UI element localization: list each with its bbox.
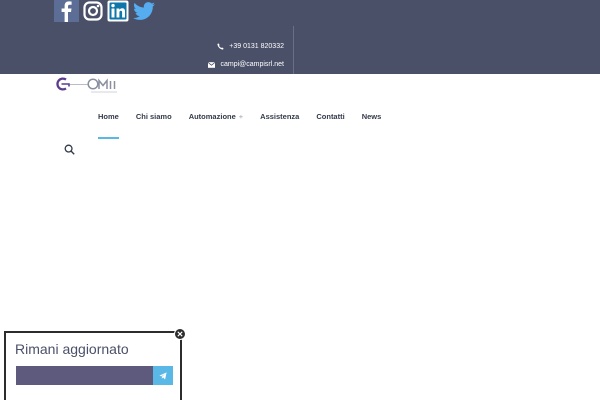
nav-item-label: Automazione bbox=[188, 112, 236, 121]
popup-close-button[interactable] bbox=[174, 328, 186, 340]
facebook-link[interactable] bbox=[54, 0, 79, 22]
company-logo[interactable] bbox=[55, 76, 121, 94]
linkedin-link[interactable] bbox=[107, 0, 129, 22]
submenu-plus-icon: + bbox=[238, 112, 244, 121]
phone-contact[interactable]: +39 0131 820332 bbox=[217, 43, 284, 50]
phone-number: +39 0131 820332 bbox=[229, 43, 284, 50]
newsletter-submit-button[interactable] bbox=[153, 366, 173, 385]
close-icon bbox=[177, 331, 183, 337]
twitter-icon bbox=[133, 2, 155, 20]
nav-item-home[interactable]: Home bbox=[98, 112, 119, 140]
newsletter-email-input[interactable] bbox=[16, 366, 153, 385]
main-navigation: Home Chi siamo Automazione + Assistenza C… bbox=[98, 112, 398, 140]
nav-item-assistenza[interactable]: Assistenza bbox=[260, 112, 299, 140]
search-button[interactable] bbox=[64, 142, 75, 155]
logo-mark bbox=[56, 77, 117, 93]
top-bar: +39 0131 820332 campi@campisrl.net bbox=[0, 0, 600, 74]
nav-item-chi-siamo[interactable]: Chi siamo bbox=[136, 112, 172, 140]
search-icon bbox=[64, 144, 75, 155]
linkedin-icon bbox=[107, 0, 129, 22]
twitter-link[interactable] bbox=[132, 0, 156, 22]
email-contact[interactable]: campi@campisrl.net bbox=[208, 61, 284, 68]
newsletter-popup: Rimani aggiornato bbox=[4, 331, 182, 400]
nav-item-news[interactable]: News bbox=[362, 112, 382, 140]
nav-item-automazione[interactable]: Automazione + bbox=[189, 112, 243, 140]
nav-item-contatti[interactable]: Contatti bbox=[316, 112, 344, 140]
instagram-link[interactable] bbox=[82, 0, 104, 22]
facebook-icon bbox=[54, 0, 79, 22]
envelope-icon bbox=[208, 61, 216, 68]
contact-info: +39 0131 820332 campi@campisrl.net bbox=[200, 26, 294, 74]
instagram-icon bbox=[83, 1, 103, 21]
phone-icon bbox=[217, 43, 224, 50]
email-address: campi@campisrl.net bbox=[220, 61, 284, 68]
popup-title: Rimani aggiornato bbox=[15, 341, 129, 357]
paper-plane-icon bbox=[159, 371, 167, 380]
social-links bbox=[54, 0, 159, 22]
